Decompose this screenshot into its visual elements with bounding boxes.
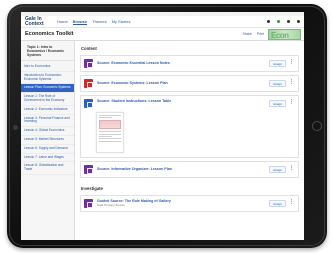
tablet-screen: Gale In Context Home Browse Themes My St… bbox=[21, 12, 304, 240]
card-subtitle: Gale Primary Source bbox=[97, 202, 125, 207]
investigate-card[interactable]: Guided Source: The Rule Making of Galler… bbox=[80, 195, 299, 212]
document-icon bbox=[84, 79, 93, 88]
thumb-line bbox=[99, 115, 121, 116]
top-navigation: Gale In Context Home Browse Themes My St… bbox=[21, 16, 304, 28]
sidebar-item[interactable]: Introduction to Economics: Economic Syst… bbox=[21, 72, 74, 85]
document-icon bbox=[84, 165, 93, 174]
assign-button[interactable]: Assign bbox=[268, 100, 286, 107]
thumb-line bbox=[99, 133, 121, 135]
thumb-line bbox=[99, 131, 121, 132]
share-button[interactable]: Share bbox=[242, 32, 251, 36]
more-options-icon[interactable]: ⋮ bbox=[289, 199, 294, 205]
content-section-label: Content bbox=[81, 46, 97, 51]
sidebar-item-active[interactable]: Lesson Plan: Economic Systems bbox=[21, 84, 74, 94]
sidebar-item[interactable]: Lesson 1: The Role of Government in the … bbox=[21, 93, 74, 106]
page-title: Economics Toolkit bbox=[25, 31, 74, 37]
document-icon bbox=[84, 199, 93, 208]
page-body: Topic 1: Intro to Economics / Economic S… bbox=[21, 41, 304, 240]
investigate-section-label: Investigate bbox=[81, 186, 103, 191]
more-options-icon[interactable]: ⋮ bbox=[289, 165, 294, 171]
thumb-line bbox=[99, 135, 113, 137]
nav-icons bbox=[267, 20, 300, 23]
sidebar-item[interactable]: Lesson 7: Labor and Wages bbox=[21, 154, 74, 163]
more-options-icon[interactable]: ⋮ bbox=[289, 99, 294, 105]
banner-text: Econ bbox=[271, 31, 289, 40]
card-title[interactable]: Source: Student Instructions: Lesson Tab… bbox=[97, 99, 171, 103]
user-icon[interactable] bbox=[277, 20, 280, 23]
camera-icon bbox=[13, 125, 18, 130]
sidebar-item[interactable]: Lesson 4: Global Economics bbox=[21, 127, 74, 136]
card-title[interactable]: Source: Economic Essential Lesson Notes bbox=[97, 61, 170, 65]
topic-banner-image: Econ bbox=[268, 29, 301, 40]
page-header: Economics Toolkit Share Print Econ bbox=[21, 28, 304, 41]
nav-home[interactable]: Home bbox=[57, 19, 68, 24]
sidebar-heading[interactable]: Topic 1: Intro to Economics / Economic S… bbox=[21, 43, 74, 61]
nav-themes[interactable]: Themes bbox=[92, 19, 106, 24]
page-actions: Share Print bbox=[242, 32, 264, 36]
home-button[interactable] bbox=[312, 121, 322, 131]
photo-stage: Gale In Context Home Browse Themes My St… bbox=[0, 0, 335, 253]
sidebar-item[interactable]: Intro to Economics bbox=[21, 63, 74, 72]
nav-my-stories[interactable]: My Stories bbox=[112, 19, 131, 24]
card-title[interactable]: Source: Economic Systems: Lesson Plan bbox=[97, 81, 168, 85]
search-icon[interactable] bbox=[267, 20, 270, 23]
thumb-line bbox=[99, 138, 121, 140]
sidebar-item[interactable]: Lesson 8: Globalization and Trade bbox=[21, 162, 74, 175]
print-button[interactable]: Print bbox=[257, 32, 264, 36]
sidebar-item[interactable]: Lesson 3: Personal Finance and Investing bbox=[21, 115, 74, 128]
thumb-line bbox=[99, 117, 113, 119]
sidebar: Topic 1: Intro to Economics / Economic S… bbox=[21, 41, 75, 240]
main-content: Content Source: Economic Essential Lesso… bbox=[75, 41, 304, 240]
sidebar-item[interactable]: Lesson 2: Economic Indicators bbox=[21, 106, 74, 115]
assign-button[interactable]: Assign bbox=[268, 80, 286, 87]
nav-browse[interactable]: Browse bbox=[72, 19, 88, 25]
thumb-line bbox=[99, 140, 121, 142]
document-icon bbox=[84, 59, 93, 68]
document-icon bbox=[84, 99, 93, 108]
content-card-with-preview[interactable]: Source: Student Instructions: Lesson Tab… bbox=[80, 95, 299, 158]
menu-icon[interactable] bbox=[287, 20, 290, 23]
sidebar-item[interactable]: Lesson 5: Market Structures bbox=[21, 136, 74, 145]
thumb-chart bbox=[99, 120, 121, 130]
more-icon[interactable] bbox=[297, 20, 300, 23]
assign-button[interactable]: Assign bbox=[268, 166, 286, 173]
content-card[interactable]: Source: Informative Organizer: Lesson Pl… bbox=[80, 161, 299, 178]
content-card[interactable]: Source: Economic Systems: Lesson Plan As… bbox=[80, 75, 299, 92]
content-card[interactable]: Source: Economic Essential Lesson Notes … bbox=[80, 55, 299, 72]
card-title[interactable]: Source: Informative Organizer: Lesson Pl… bbox=[97, 167, 172, 171]
sidebar-item[interactable]: Lesson 6: Supply and Demand bbox=[21, 145, 74, 154]
assign-button[interactable]: Assign bbox=[268, 60, 286, 67]
brand-logo[interactable]: Gale In Context bbox=[25, 16, 47, 27]
more-options-icon[interactable]: ⋮ bbox=[289, 59, 294, 65]
assign-button[interactable]: Assign bbox=[268, 200, 286, 207]
more-options-icon[interactable]: ⋮ bbox=[289, 79, 294, 85]
document-thumbnail[interactable] bbox=[96, 112, 124, 153]
